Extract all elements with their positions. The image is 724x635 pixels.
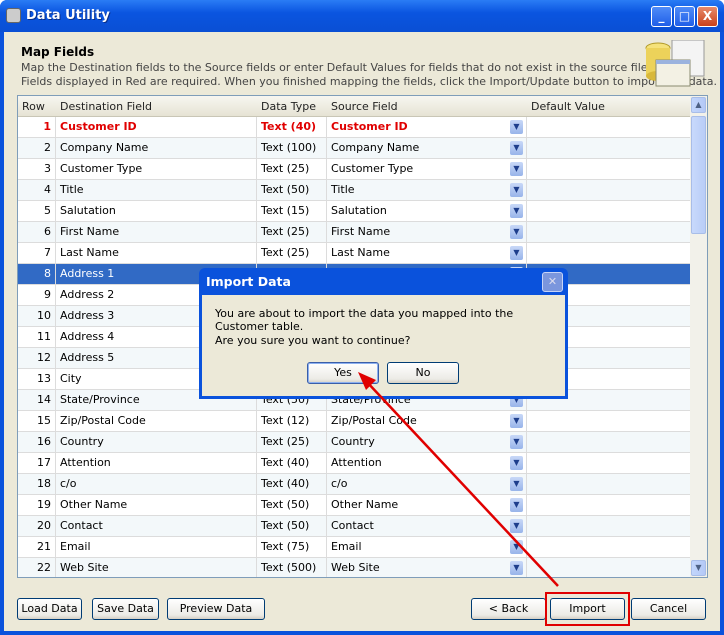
annotation-arrow [358,372,559,587]
